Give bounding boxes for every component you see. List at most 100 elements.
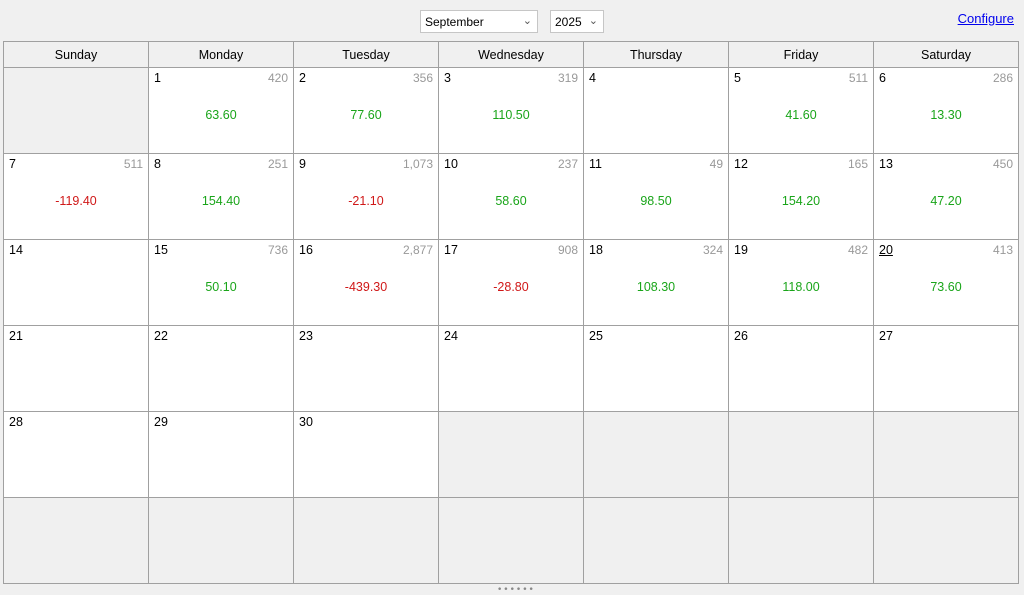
- day-cell[interactable]: 4: [584, 68, 728, 153]
- day-cell[interactable]: 24: [439, 326, 583, 411]
- day-number: 24: [444, 329, 458, 343]
- day-cell[interactable]: 25: [584, 326, 728, 411]
- configure-link[interactable]: Configure: [958, 11, 1014, 26]
- day-number: 28: [9, 415, 23, 429]
- day-number: 19: [734, 243, 748, 257]
- day-number: 27: [879, 329, 893, 343]
- day-cell[interactable]: 21: [4, 326, 148, 411]
- day-cell[interactable]: 13 450 47.20: [874, 154, 1018, 239]
- day-number: 5: [734, 71, 741, 85]
- trade-count: 286: [992, 71, 1013, 85]
- trade-count: 319: [557, 71, 578, 85]
- daily-pnl: 77.60: [350, 108, 382, 122]
- day-cell[interactable]: 19 482 118.00: [729, 240, 873, 325]
- day-number: 13: [879, 157, 893, 171]
- day-cell[interactable]: 12 165 154.20: [729, 154, 873, 239]
- daily-pnl: 110.50: [492, 108, 530, 122]
- chevron-down-icon: ⌄: [588, 14, 598, 27]
- day-cell[interactable]: 10 237 58.60: [439, 154, 583, 239]
- daily-pnl: 13.30: [930, 108, 962, 122]
- daily-pnl: 58.60: [495, 194, 527, 208]
- day-cell[interactable]: 16 2,877 -439.30: [294, 240, 438, 325]
- trade-count: 324: [702, 243, 723, 257]
- weekday-header: Friday: [729, 42, 873, 67]
- daily-pnl: -21.10: [348, 194, 384, 208]
- daily-pnl: 118.00: [782, 280, 820, 294]
- resize-grip[interactable]: ••••••: [497, 586, 534, 595]
- day-cell[interactable]: 7 511 -119.40: [4, 154, 148, 239]
- day-number: 15: [154, 243, 168, 257]
- day-number: 17: [444, 243, 458, 257]
- day-number: 18: [589, 243, 603, 257]
- toolbar: September ⌄ 2025 ⌄ Configure: [0, 0, 1024, 40]
- trade-count: 736: [267, 243, 288, 257]
- day-cell[interactable]: 3 319 110.50: [439, 68, 583, 153]
- trade-count: 356: [412, 71, 433, 85]
- day-cell[interactable]: 11 49 98.50: [584, 154, 728, 239]
- empty-day-cell: [874, 412, 1018, 497]
- calendar-grid: Sunday Monday Tuesday Wednesday Thursday…: [3, 41, 1019, 584]
- year-select[interactable]: 2025 ⌄: [550, 10, 604, 33]
- weekday-header: Tuesday: [294, 42, 438, 67]
- day-number: 9: [299, 157, 306, 171]
- empty-day-cell: [4, 498, 148, 583]
- weekday-header: Saturday: [874, 42, 1018, 67]
- day-number: 22: [154, 329, 168, 343]
- day-cell[interactable]: 15 736 50.10: [149, 240, 293, 325]
- trade-count: 908: [557, 243, 578, 257]
- day-cell[interactable]: 17 908 -28.80: [439, 240, 583, 325]
- empty-day-cell: [874, 498, 1018, 583]
- day-number: 16: [299, 243, 313, 257]
- empty-day-cell: [149, 498, 293, 583]
- day-number: 21: [9, 329, 23, 343]
- empty-day-cell: [294, 498, 438, 583]
- year-value: 2025: [555, 14, 582, 29]
- day-number: 8: [154, 157, 161, 171]
- day-number: 30: [299, 415, 313, 429]
- day-number: 6: [879, 71, 886, 85]
- day-number: 1: [154, 71, 161, 85]
- daily-pnl: 73.60: [930, 280, 962, 294]
- daily-pnl: 154.40: [201, 194, 241, 208]
- trade-count: 413: [992, 243, 1013, 257]
- empty-day-cell: [439, 498, 583, 583]
- day-cell[interactable]: 18 324 108.30: [584, 240, 728, 325]
- chevron-down-icon: ⌄: [522, 14, 532, 27]
- month-select[interactable]: September ⌄: [420, 10, 538, 33]
- day-number: 29: [154, 415, 168, 429]
- day-cell[interactable]: 28: [4, 412, 148, 497]
- day-number: 12: [734, 157, 748, 171]
- empty-day-cell: [729, 498, 873, 583]
- day-cell[interactable]: 30: [294, 412, 438, 497]
- day-cell[interactable]: 14: [4, 240, 148, 325]
- trade-count: 2,877: [402, 243, 433, 257]
- day-number: 10: [444, 157, 458, 171]
- day-number: 20: [879, 243, 893, 257]
- day-cell[interactable]: 5 511 41.60: [729, 68, 873, 153]
- day-number: 2: [299, 71, 306, 85]
- empty-day-cell: [729, 412, 873, 497]
- empty-day-cell: [439, 412, 583, 497]
- day-cell[interactable]: 23: [294, 326, 438, 411]
- day-number: 7: [9, 157, 16, 171]
- day-cell[interactable]: 29: [149, 412, 293, 497]
- day-cell[interactable]: 20 413 73.60: [874, 240, 1018, 325]
- trade-count: 49: [709, 157, 723, 171]
- daily-pnl: 50.10: [205, 280, 237, 294]
- day-cell[interactable]: 2 356 77.60: [294, 68, 438, 153]
- empty-day-cell: [4, 68, 148, 153]
- day-cell[interactable]: 6 286 13.30: [874, 68, 1018, 153]
- daily-pnl: 154.20: [781, 194, 821, 208]
- day-cell[interactable]: 1 420 63.60: [149, 68, 293, 153]
- trade-count: 420: [267, 71, 288, 85]
- trade-count: 237: [557, 157, 578, 171]
- day-cell[interactable]: 9 1,073 -21.10: [294, 154, 438, 239]
- daily-pnl: 108.30: [636, 280, 676, 294]
- day-cell[interactable]: 26: [729, 326, 873, 411]
- day-number: 26: [734, 329, 748, 343]
- day-cell[interactable]: 8 251 154.40: [149, 154, 293, 239]
- daily-pnl: 98.50: [640, 194, 672, 208]
- day-cell[interactable]: 27: [874, 326, 1018, 411]
- day-cell[interactable]: 22: [149, 326, 293, 411]
- weekday-header: Sunday: [4, 42, 148, 67]
